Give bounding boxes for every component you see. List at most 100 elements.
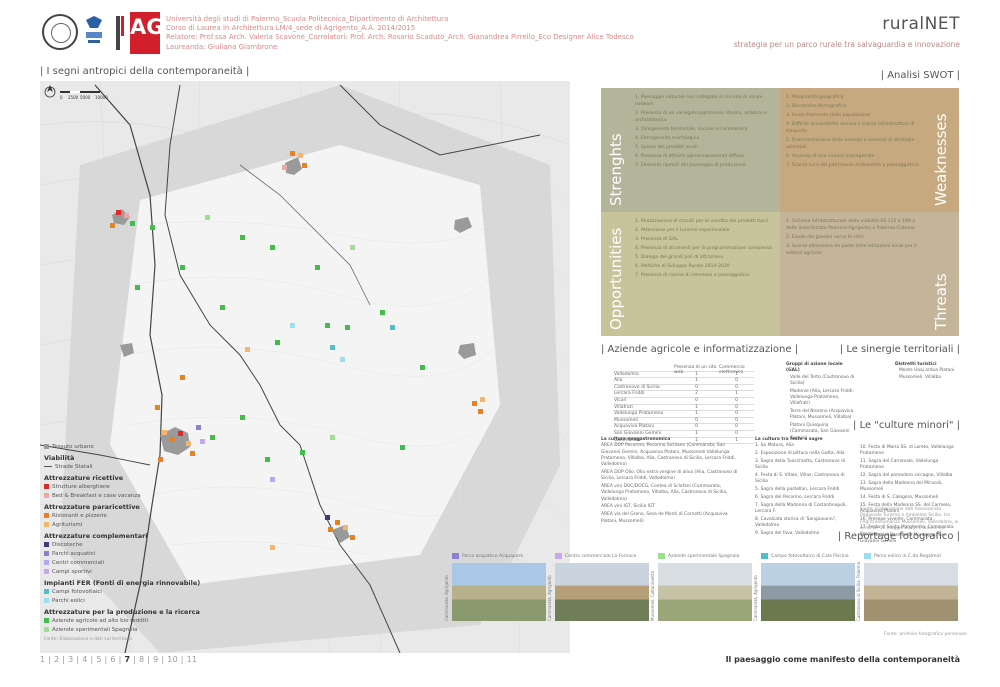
legend-label: Parchi eolici bbox=[52, 597, 85, 604]
table-cell: San Giovanni Gemini bbox=[614, 430, 662, 436]
table-cell: 0 bbox=[735, 417, 738, 423]
darch-logo bbox=[110, 14, 128, 52]
research-farm-marker bbox=[205, 215, 210, 220]
list-item: 4. Festa di S. Vitale, Villas, Castronov… bbox=[755, 472, 845, 485]
list-item: AREA vini IGT, Sicilia IGT bbox=[601, 504, 655, 510]
page-link[interactable]: 10 bbox=[167, 655, 178, 664]
restaurant-marker bbox=[328, 527, 333, 532]
feste-block: La cultura tra feste e sagre 1. Sa Matur… bbox=[755, 437, 855, 539]
legend-item: Bed & Breakfast e case vacanza bbox=[44, 491, 214, 500]
reportage-note: Fonte: archivio fotografico personale bbox=[884, 632, 967, 637]
culture-section-title: | Le "culture minori" | bbox=[853, 420, 960, 431]
page-link[interactable]: 11 bbox=[187, 655, 198, 664]
swot-item: 7. Presenza di risorse di interesse e pa… bbox=[635, 273, 750, 278]
list-item: 12. Sagra del pomodoro siccagno, Villalb… bbox=[860, 473, 953, 479]
table-column-header: Commercio elettronico bbox=[719, 365, 745, 375]
legend-swatch bbox=[44, 466, 52, 467]
farm-marker bbox=[210, 435, 215, 440]
legend-swatch bbox=[44, 627, 49, 632]
scale-label: 5000 bbox=[80, 95, 91, 100]
gal-heading: Gruppi di azione locale (GAL) bbox=[786, 362, 843, 374]
photo-caption: Parco eolico in C.da Regalmici bbox=[864, 553, 941, 559]
legend-swatch bbox=[44, 444, 49, 449]
swot-item: 2. Esodo dei giovani verso le città bbox=[786, 235, 864, 240]
farm-marker bbox=[240, 415, 245, 420]
list-item: 2. Esposizione di pittura nella Gutta, A… bbox=[755, 451, 845, 457]
legend-heading: Attrezzature complementari bbox=[44, 532, 148, 540]
list-item: 10. Festa di Maria SS. di Loreto, Vallel… bbox=[860, 445, 954, 457]
legend-item: Aziende agricole ad alto bio redditi bbox=[44, 616, 214, 625]
legend-swatch bbox=[44, 542, 49, 547]
legend-swatch bbox=[44, 551, 49, 556]
legend-heading: Attrezzature pararicettive bbox=[44, 503, 140, 511]
swot-item: 5. Dialogo dei grandi poli di attrazione bbox=[635, 255, 724, 260]
legend-item: Parchi eolici bbox=[44, 596, 214, 605]
swot-quadrant: 1. Sistema infrastrutturale della viabil… bbox=[780, 212, 959, 336]
landscape-photo bbox=[658, 563, 752, 621]
legend-heading: Attrezzature ricettive bbox=[44, 474, 124, 482]
photo-location-label: Cammarata, Agrigento bbox=[547, 575, 552, 621]
legend-item: Centri commerciali bbox=[44, 558, 214, 567]
swot-item: 4. Presenza di strumenti per la programm… bbox=[635, 246, 773, 251]
legend-heading: Viabilità bbox=[44, 454, 75, 462]
list-item: Terre del Nisseno (Acquaviva Platani, Mu… bbox=[790, 409, 854, 421]
swot-item: 6. Assenza di una cultura manageriale bbox=[786, 154, 875, 159]
header-line: Università degli studi di Palermo_Scuola… bbox=[166, 15, 449, 23]
table-cell: Valledolmo bbox=[614, 371, 639, 377]
swot-item: 3. Scarsa attenzione da parte delle isti… bbox=[786, 244, 917, 256]
photo-caption-swatch bbox=[555, 553, 562, 559]
list-item: Valle del Torto (Castronovo di Sicilia) bbox=[790, 374, 855, 386]
bnb-marker bbox=[124, 213, 129, 218]
scale-label: 10000 bbox=[95, 95, 108, 100]
legend-swatch bbox=[44, 493, 49, 498]
header-info: Università degli studi di Palermo_Scuola… bbox=[166, 15, 634, 52]
table-row: Valledolmo 1 1 bbox=[614, 372, 754, 379]
photo-location-label: Castronovo di Sicilia, Palermo bbox=[856, 561, 861, 621]
ag-logo-text: AG bbox=[130, 15, 164, 39]
list-item: AREA DOP Olio, Olio extra vergine di oli… bbox=[601, 469, 738, 482]
table-cell: 0 bbox=[735, 397, 738, 403]
legend-item: Discoteche bbox=[44, 540, 214, 549]
swot-item: 1. Paesaggio naturale non collegato al c… bbox=[635, 95, 763, 107]
legend-heading: Impianti FER (Fonti di energia rinnovabi… bbox=[44, 579, 201, 587]
swot-item: 4. Difficile accessibilità dovuta a scar… bbox=[786, 122, 915, 134]
restaurant-marker bbox=[155, 405, 160, 410]
swot-item: 5. Frammentazione delle aziende e assenz… bbox=[786, 138, 915, 150]
legend-label: Aziende agricole ad alto bio redditi bbox=[52, 617, 149, 624]
photo-caption: Campo fotovoltaico di Cala Piscina bbox=[761, 553, 849, 559]
restaurant-marker bbox=[290, 151, 295, 156]
legend-label: Campi sportivi bbox=[52, 568, 92, 575]
farm-marker bbox=[315, 265, 320, 270]
photo-location-label: Cammarata, Agrigento bbox=[444, 575, 449, 621]
legend-item: Aziende sperimentali Spagnola bbox=[44, 625, 214, 634]
photo-caption-swatch bbox=[452, 553, 459, 559]
ag-logo: AG bbox=[130, 12, 164, 54]
photo-caption-text: Centro commerciale La Fornace bbox=[565, 553, 637, 559]
list-item: AREA vini DOC/DOCG, Contea di Sclafani (… bbox=[601, 484, 728, 502]
list-item: AREA via del Grano, Sesa de Monti di Cor… bbox=[601, 512, 728, 524]
photo-caption-text: Parco eolico in C.da Regalmici bbox=[874, 553, 942, 559]
table-row: Vicari 0 0 bbox=[614, 398, 754, 405]
farm-marker bbox=[380, 310, 385, 315]
header-line: Corso di Laurea in Architettura LM/4_sed… bbox=[166, 24, 416, 33]
photo-location-label: Mussomeli, Caltanissetta bbox=[650, 571, 655, 621]
footer-title: Il paesaggio come manifesto della contem… bbox=[725, 655, 960, 664]
sinergie-section-title: | Le sinergie territoriali | bbox=[839, 344, 960, 355]
swot-item-list: 1. Realizzazione di circuiti per la vend… bbox=[635, 218, 773, 281]
swot-item: 6. Presenza di attività agrosilvopastora… bbox=[635, 154, 745, 159]
swot-item: 3. Invecchiamento della popolazione bbox=[786, 113, 871, 118]
legend-swatch bbox=[44, 513, 49, 518]
legend-label: Ristoranti e pizzerie bbox=[52, 512, 107, 519]
page-separator: | bbox=[87, 655, 97, 664]
legend-item: Parchi acquatici bbox=[44, 549, 214, 558]
table-header-row: Presenza di un sito web Commercio elettro… bbox=[614, 365, 754, 375]
swot-item: 3. Presenza di GAL bbox=[635, 237, 678, 242]
farm-marker bbox=[270, 245, 275, 250]
page-separator: | bbox=[177, 655, 187, 664]
table-cell: 0 bbox=[735, 404, 738, 410]
swot-item: 7. Scarsa cura del patrimonio ambientale… bbox=[786, 163, 919, 168]
farm-marker bbox=[400, 445, 405, 450]
legend-swatch bbox=[44, 560, 49, 565]
photo-location-label: Cammarata, Agrigento bbox=[753, 575, 758, 621]
legend-label: Campi fotovoltaici bbox=[52, 588, 102, 595]
